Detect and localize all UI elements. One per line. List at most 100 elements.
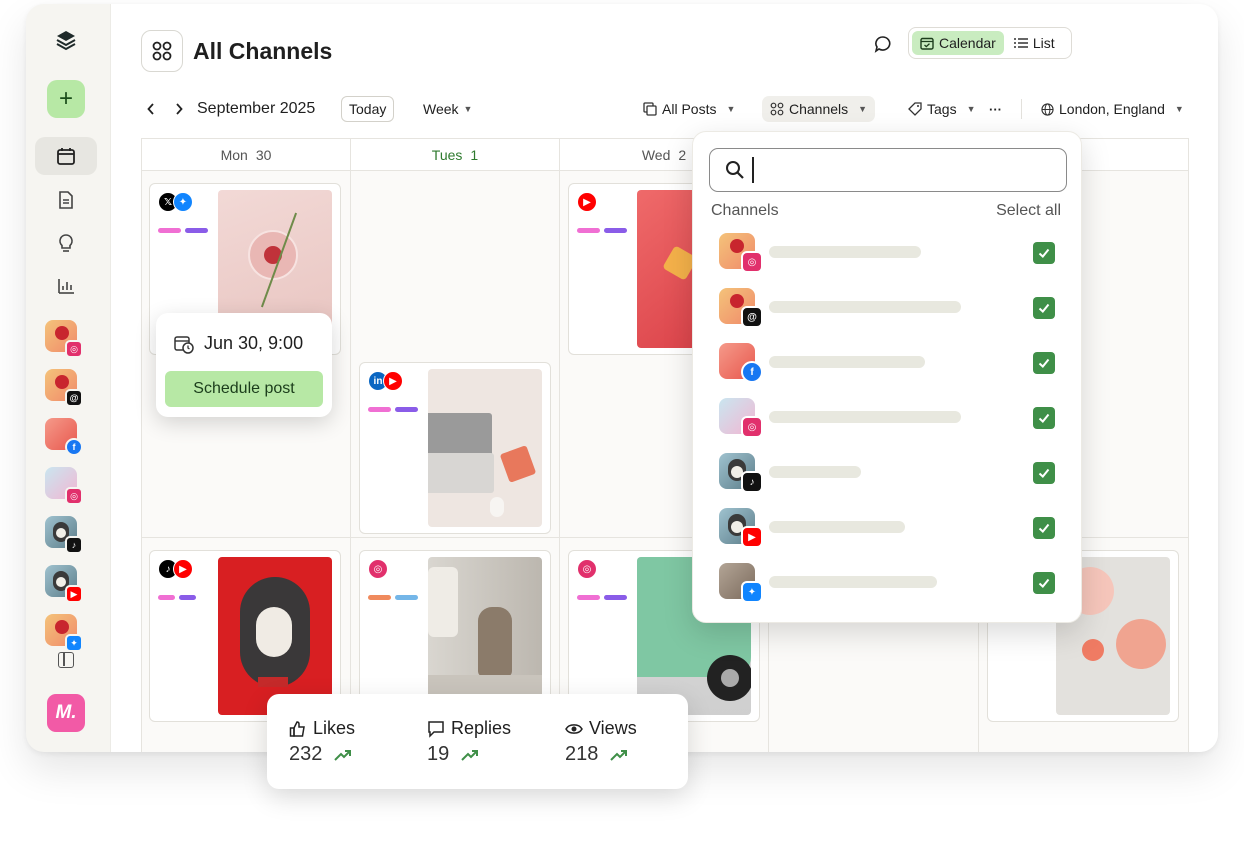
channel-option[interactable]: f xyxy=(719,343,1059,383)
channel-search-input[interactable] xyxy=(709,148,1067,192)
tab-calendar-label: Calendar xyxy=(939,35,996,51)
sidebar-channel-threads[interactable]: @ xyxy=(45,369,83,407)
channel-name-placeholder xyxy=(769,246,921,258)
sidebar-channel-bluesky[interactable]: ✦ xyxy=(45,614,83,652)
trending-up-icon xyxy=(334,749,352,761)
column-day: Tues xyxy=(431,146,463,163)
schedule-post-button[interactable]: Schedule post xyxy=(165,371,323,407)
channel-name-placeholder xyxy=(769,466,861,478)
more-options-icon[interactable]: ··· xyxy=(989,96,1002,122)
checkbox[interactable] xyxy=(1033,462,1055,484)
facebook-icon: f xyxy=(741,361,763,383)
create-post-button[interactable]: + xyxy=(47,80,85,118)
check-icon xyxy=(1038,523,1050,533)
tag-icon xyxy=(908,102,922,116)
comment-icon[interactable] xyxy=(873,34,895,56)
instagram-icon: ◎ xyxy=(741,416,763,438)
checkbox[interactable] xyxy=(1033,572,1055,594)
posts-filter[interactable]: All Posts ▼ xyxy=(635,96,743,122)
column-day: Wed xyxy=(641,146,671,163)
select-all-button[interactable]: Select all xyxy=(996,202,1061,220)
channel-option[interactable]: ◎ xyxy=(719,398,1059,438)
globe-icon xyxy=(1041,102,1054,116)
checkbox[interactable] xyxy=(1033,517,1055,539)
sidebar-channel-instagram[interactable]: ◎ xyxy=(45,320,83,358)
checkbox[interactable] xyxy=(1033,297,1055,319)
sidebar-channel-youtube[interactable]: ▶ xyxy=(45,565,83,603)
range-select[interactable]: Week ▼ xyxy=(423,96,472,122)
replies-label: Replies xyxy=(451,718,512,738)
instagram-icon: ◎ xyxy=(577,559,597,579)
tab-calendar[interactable]: Calendar xyxy=(912,31,1004,55)
checkbox[interactable] xyxy=(1033,242,1055,264)
post-image xyxy=(428,369,542,527)
youtube-icon: ▶ xyxy=(173,559,193,579)
bar-chart-icon xyxy=(58,279,74,294)
sidebar-collapse-icon[interactable] xyxy=(58,652,74,668)
sidebar-item-analytics[interactable] xyxy=(35,267,97,305)
channel-name-placeholder xyxy=(769,411,961,423)
channel-option[interactable]: ♪ xyxy=(719,453,1059,493)
chevron-down-icon: ▼ xyxy=(463,104,473,114)
threads-icon: @ xyxy=(741,306,763,328)
calendar-toolbar: September 2025 Today Week ▼ All Posts ▼ Ch… xyxy=(141,96,1201,124)
views-value: 218 xyxy=(565,743,599,765)
range-select-label: Week xyxy=(423,101,459,117)
calendar-icon xyxy=(57,148,75,165)
column-day: Mon xyxy=(220,146,248,163)
today-button[interactable]: Today xyxy=(341,96,395,122)
channel-option[interactable]: ▶ xyxy=(719,508,1059,548)
likes-stat: Likes 232 xyxy=(289,718,355,766)
column-date: 30 xyxy=(255,146,272,163)
post-channels: in ▶ xyxy=(368,371,403,391)
prev-week-icon[interactable] xyxy=(147,96,155,122)
channel-option[interactable]: ◎ xyxy=(719,233,1059,273)
post-tags xyxy=(577,595,627,600)
timezone-select[interactable]: London, England ▼ xyxy=(1033,96,1192,122)
post-tags xyxy=(577,228,627,233)
bluesky-icon: ✦ xyxy=(173,192,193,212)
tags-filter-label: Tags xyxy=(927,101,957,117)
post-channels: 𝕏 ✦ xyxy=(158,192,193,212)
sidebar-channel-facebook[interactable]: f xyxy=(45,418,83,456)
check-icon xyxy=(1038,578,1050,588)
tab-list[interactable]: List xyxy=(1006,31,1063,55)
sidebar-channel-instagram-2[interactable]: ◎ xyxy=(45,467,83,505)
post-image xyxy=(428,557,542,715)
schedule-datetime[interactable]: Jun 30, 9:00 xyxy=(174,333,303,354)
layers-logo-icon[interactable] xyxy=(54,28,78,52)
post-card[interactable]: in ▶ xyxy=(359,362,551,534)
sidebar-item-calendar[interactable] xyxy=(35,137,97,175)
calendar-clock-icon xyxy=(174,335,194,354)
sidebar-item-ideas[interactable] xyxy=(35,224,97,262)
lightbulb-icon xyxy=(59,234,73,252)
column-date: 1 xyxy=(470,146,479,163)
timezone-label: London, England xyxy=(1059,101,1165,117)
sidebar-channel-tiktok[interactable]: ♪ xyxy=(45,516,83,554)
sidebar-item-posts[interactable] xyxy=(35,181,97,219)
post-channels: ▶ xyxy=(577,192,597,212)
next-week-icon[interactable] xyxy=(175,96,183,122)
divider xyxy=(1021,99,1022,119)
views-stat: Views 218 xyxy=(565,718,637,766)
channel-option[interactable]: ✦ xyxy=(719,563,1059,603)
checkbox[interactable] xyxy=(1033,352,1055,374)
checkbox[interactable] xyxy=(1033,407,1055,429)
check-icon xyxy=(1038,303,1050,313)
workspace-logo[interactable]: M. xyxy=(47,694,85,732)
youtube-icon: ▶ xyxy=(741,526,763,548)
channel-option[interactable]: @ xyxy=(719,288,1059,328)
instagram-icon: ◎ xyxy=(741,251,763,273)
tags-filter[interactable]: Tags ▼ xyxy=(900,96,984,122)
post-tags xyxy=(158,595,196,600)
current-month: September 2025 xyxy=(197,100,316,117)
instagram-icon: ◎ xyxy=(368,559,388,579)
check-icon xyxy=(1038,468,1050,478)
channels-filter[interactable]: Channels ▼ xyxy=(762,96,876,122)
sidebar: + ◎ @ f ◎ ♪ ▶ ✦ M. xyxy=(26,4,110,752)
list-icon xyxy=(1013,38,1028,48)
likes-value: 232 xyxy=(289,743,323,765)
instagram-icon: ◎ xyxy=(65,340,83,358)
chevron-down-icon: ▼ xyxy=(966,104,976,114)
trending-up-icon xyxy=(461,749,479,761)
